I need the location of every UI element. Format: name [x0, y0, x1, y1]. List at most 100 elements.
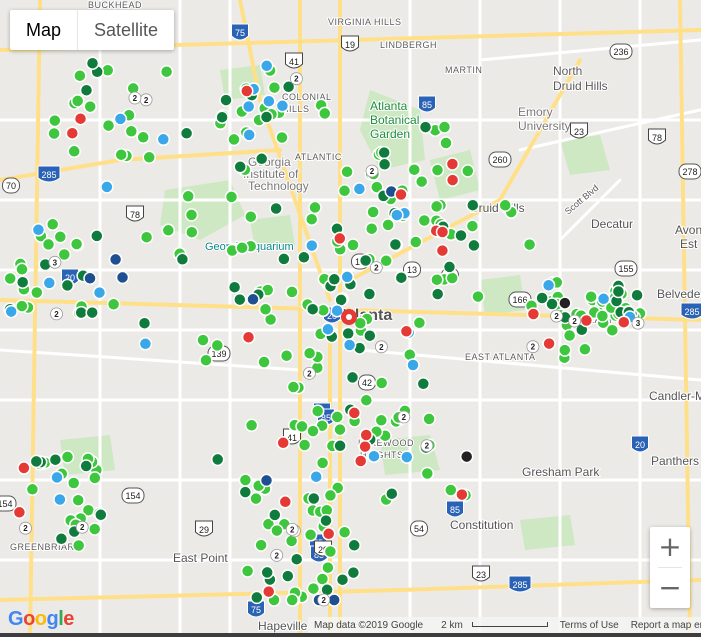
blue-marker[interactable]: [275, 99, 290, 113]
blue-marker[interactable]: [352, 182, 367, 196]
cluster-marker[interactable]: 3: [48, 255, 62, 269]
green-marker[interactable]: [412, 316, 427, 330]
green-marker[interactable]: [60, 450, 75, 464]
red-marker[interactable]: [12, 505, 27, 520]
red-marker[interactable]: [359, 428, 373, 442]
darkgreen-marker[interactable]: [54, 532, 69, 546]
darkgreen-marker[interactable]: [305, 302, 320, 316]
green-marker[interactable]: [257, 355, 271, 369]
green-marker[interactable]: [279, 348, 294, 363]
red-marker[interactable]: [17, 461, 31, 475]
cluster-marker[interactable]: 2: [374, 340, 388, 354]
red-marker[interactable]: [394, 187, 408, 202]
blue-marker[interactable]: [390, 208, 404, 222]
darkgreen-marker[interactable]: [60, 278, 75, 293]
red-marker[interactable]: [435, 225, 450, 239]
green-marker[interactable]: [270, 523, 284, 538]
red-marker[interactable]: [455, 487, 469, 502]
green-marker[interactable]: [71, 538, 86, 553]
green-marker[interactable]: [558, 343, 572, 357]
green-marker[interactable]: [439, 136, 453, 150]
darkgreen-marker[interactable]: [233, 292, 247, 307]
green-marker[interactable]: [249, 491, 263, 506]
black-marker[interactable]: [459, 449, 474, 464]
green-marker[interactable]: [70, 94, 85, 108]
green-marker[interactable]: [139, 230, 154, 244]
darkgreen-marker[interactable]: [254, 152, 269, 166]
green-marker[interactable]: [73, 68, 87, 83]
darkgreen-marker[interactable]: [289, 552, 304, 566]
green-marker[interactable]: [359, 393, 374, 407]
blue-marker[interactable]: [259, 59, 274, 73]
darkgreen-marker[interactable]: [90, 229, 104, 243]
red-marker[interactable]: [542, 336, 556, 351]
green-marker[interactable]: [53, 230, 68, 244]
green-marker[interactable]: [374, 376, 389, 390]
cluster-marker[interactable]: 2: [139, 93, 153, 107]
darkgreen-marker[interactable]: [85, 305, 99, 320]
green-marker[interactable]: [159, 64, 174, 79]
darkgreen-marker[interactable]: [345, 370, 360, 385]
cluster-marker[interactable]: 2: [270, 549, 284, 562]
darkgreen-marker[interactable]: [281, 569, 295, 583]
green-marker[interactable]: [161, 223, 176, 238]
map-canvas[interactable]: BUCKHEAD VIRGINIA HILLS LINDBERGH MARTIN Nor…: [0, 0, 701, 637]
darkgreen-marker[interactable]: [137, 316, 152, 330]
green-marker[interactable]: [184, 208, 199, 222]
cluster-marker[interactable]: 2: [19, 521, 32, 535]
cluster-marker[interactable]: 2: [397, 410, 411, 424]
green-marker[interactable]: [306, 581, 321, 596]
darkgreen-marker[interactable]: [377, 157, 392, 172]
green-marker[interactable]: [267, 80, 282, 95]
green-marker[interactable]: [235, 241, 249, 255]
darkgreen-marker[interactable]: [362, 287, 377, 301]
green-marker[interactable]: [297, 438, 312, 452]
red-marker[interactable]: [65, 126, 80, 140]
darkgreen-marker[interactable]: [467, 238, 481, 253]
blue-marker[interactable]: [241, 99, 256, 114]
green-marker[interactable]: [244, 209, 258, 224]
navy-marker[interactable]: [246, 292, 260, 307]
cluster-marker[interactable]: 2: [550, 309, 563, 323]
green-marker[interactable]: [308, 200, 322, 215]
green-marker[interactable]: [330, 410, 345, 424]
green-marker[interactable]: [196, 333, 210, 347]
green-marker[interactable]: [306, 424, 320, 438]
green-marker[interactable]: [66, 476, 81, 490]
green-marker[interactable]: [414, 174, 429, 189]
red-marker[interactable]: [347, 406, 362, 420]
green-marker[interactable]: [67, 144, 81, 159]
green-marker[interactable]: [238, 473, 253, 487]
green-marker[interactable]: [25, 482, 40, 497]
darkgreen-marker[interactable]: [335, 572, 350, 587]
green-marker[interactable]: [333, 422, 347, 437]
green-marker[interactable]: [310, 404, 325, 418]
blue-marker[interactable]: [305, 238, 319, 253]
navy-marker[interactable]: [83, 271, 97, 286]
blue-marker[interactable]: [321, 322, 335, 336]
blue-marker[interactable]: [342, 338, 357, 352]
green-marker[interactable]: [409, 235, 423, 249]
blue-marker[interactable]: [92, 285, 107, 300]
green-marker[interactable]: [578, 342, 592, 357]
red-marker[interactable]: [579, 313, 594, 328]
darkgreen-marker[interactable]: [179, 126, 194, 141]
darkgreen-marker[interactable]: [341, 326, 355, 341]
green-marker[interactable]: [318, 106, 332, 121]
darkgreen-marker[interactable]: [74, 305, 88, 320]
green-marker[interactable]: [181, 189, 195, 204]
darkgreen-marker[interactable]: [630, 288, 644, 302]
green-marker[interactable]: [461, 164, 475, 178]
blue-marker[interactable]: [309, 469, 323, 484]
blue-marker[interactable]: [113, 112, 128, 126]
darkgreen-marker[interactable]: [347, 538, 361, 553]
green-marker[interactable]: [374, 413, 389, 428]
darkgreen-marker[interactable]: [233, 160, 247, 174]
red-marker[interactable]: [321, 527, 336, 541]
green-marker[interactable]: [407, 162, 422, 177]
red-marker[interactable]: [358, 439, 372, 454]
darkgreen-marker[interactable]: [307, 491, 321, 506]
green-marker[interactable]: [15, 262, 29, 277]
red-marker[interactable]: [333, 231, 347, 246]
green-marker[interactable]: [30, 285, 44, 300]
